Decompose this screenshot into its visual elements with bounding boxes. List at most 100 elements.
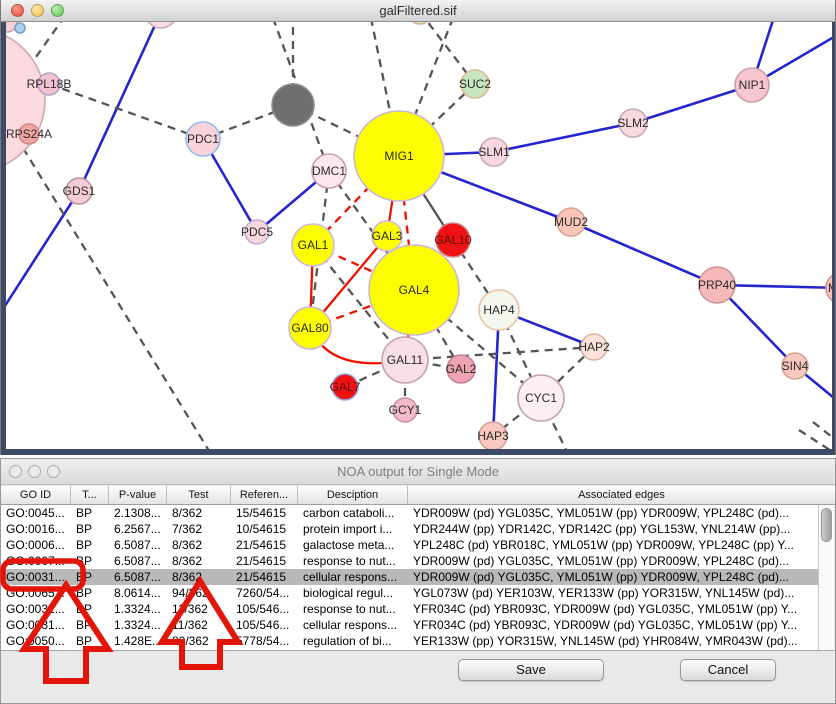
graph-node-label: GAL10: [434, 233, 472, 247]
close-button[interactable]: [11, 4, 24, 17]
table-cell: YGL073W (pd) YER103W, YER133W (pp) YOR31…: [408, 585, 820, 601]
graph-edge[interactable]: [31, 22, 65, 64]
table-cell: 1.3324...: [109, 617, 167, 633]
table-row[interactable]: GO:0006...BP6.5087...8/36221/54615galact…: [1, 537, 820, 553]
table-cell: YDR244W (pp) YDR142C, YDR142C (pp) YGL15…: [408, 521, 820, 537]
graph-node-label: GDS1: [63, 184, 96, 198]
cancel-button[interactable]: Cancel: [680, 659, 776, 681]
table-cell: YDR009W (pd) YGL035C, YML051W (pp) YDR00…: [408, 553, 820, 569]
table-cell: 1.3324...: [109, 601, 167, 617]
table-cell: 7260/54...: [231, 585, 298, 601]
table-cell: 94/362: [167, 585, 231, 601]
graph-node-label: PDC1: [187, 132, 219, 146]
table-cell: BP: [71, 601, 109, 617]
noa-output-window: NOA output for Single Mode GO IDT...P-va…: [0, 458, 836, 704]
table-cell: BP: [71, 537, 109, 553]
table-row[interactable]: GO:0007...BP6.5087...8/36221/54615respon…: [1, 553, 820, 569]
table-row[interactable]: GO:0031...BP1.3324...11/362105/546...res…: [1, 601, 820, 617]
table-cell: regulation of bi...: [298, 633, 408, 649]
graph-node-bigpink[interactable]: [6, 28, 45, 172]
table-row[interactable]: GO:0031...BP6.5087...8/36221/54615cellul…: [1, 569, 820, 585]
graph-edge[interactable]: [494, 123, 633, 152]
scrollbar[interactable]: [818, 505, 834, 650]
column-header-associated-edges[interactable]: Associated edges: [408, 486, 835, 504]
network-canvas[interactable]: RPL18BRPS24AGDS1PDC1PDC5MIG1DMC1SUC2SLM1…: [6, 22, 832, 449]
graph-node-label: GAL3: [372, 229, 403, 243]
table-cell: 10/54615: [231, 521, 298, 537]
table-cell: 21/54615: [231, 569, 298, 585]
table-cell: 21/54615: [231, 553, 298, 569]
table-cell: YFR034C (pd) YBR093C, YDR009W (pd) YGL03…: [408, 601, 820, 617]
zoom-button[interactable]: [47, 465, 60, 478]
column-header-test[interactable]: Test: [167, 486, 231, 504]
table-cell: response to nut...: [298, 601, 408, 617]
table-cell: GO:0016...: [1, 521, 71, 537]
table-cell: BP: [71, 617, 109, 633]
graph-node-label: CYC1: [525, 391, 557, 405]
graph-edge[interactable]: [79, 22, 161, 191]
minimize-button[interactable]: [31, 4, 44, 17]
table-cell: 5778/54...: [231, 633, 298, 649]
graph-node-label: GAL1: [298, 238, 329, 252]
table-cell: 6.5087...: [109, 537, 167, 553]
network-window: galFiltered.sif RPL18BRPS24AGDS1PDC1PDC5…: [0, 0, 836, 455]
graph-node-label: SLM1: [478, 145, 510, 159]
column-header-desciption[interactable]: Desciption: [298, 486, 408, 504]
graph-node-label: RPS24A: [6, 127, 52, 141]
table-cell: 80/362: [167, 633, 231, 649]
graph-node-label: GAL4: [399, 283, 430, 297]
graph-node-label: GAL7: [330, 380, 361, 394]
table-cell: 1.428E...: [109, 633, 167, 649]
table-row[interactable]: GO:0016...BP6.2567...7/36210/54615protei…: [1, 521, 820, 537]
graph-edge[interactable]: [571, 222, 717, 285]
table-cell: GO:0006...: [1, 537, 71, 553]
table-row[interactable]: GO:0050...BP1.428E...80/3625778/54...reg…: [1, 633, 820, 649]
table-cell: BP: [71, 569, 109, 585]
table-cell: cellular respons...: [298, 617, 408, 633]
graph-node-grayNode[interactable]: [272, 84, 314, 126]
table-cell: GO:0031...: [1, 601, 71, 617]
table-cell: GO:0031...: [1, 569, 71, 585]
graph-edge[interactable]: [49, 84, 203, 139]
table-row[interactable]: GO:0065...BP8.0614...94/3627260/54...bio…: [1, 585, 820, 601]
graph-node-label: GAL2: [446, 362, 477, 376]
zoom-button[interactable]: [51, 4, 64, 17]
table-cell: 105/546...: [231, 601, 298, 617]
table-cell: 11/362: [167, 617, 231, 633]
table-cell: response to nut...: [298, 553, 408, 569]
table-cell: YDR009W (pd) YGL035C, YML051W (pp) YDR00…: [408, 569, 820, 585]
graph-edge[interactable]: [23, 148, 211, 449]
graph-node-topPink[interactable]: [145, 22, 177, 28]
save-button[interactable]: Save: [458, 659, 604, 681]
table-cell: 8/362: [167, 505, 231, 521]
graph-node-label: HAP3: [477, 429, 509, 443]
scrollbar-thumb[interactable]: [821, 508, 832, 542]
graph-node-label: HAP4: [483, 303, 515, 317]
graph-edge[interactable]: [6, 191, 79, 312]
column-header-t-[interactable]: T...: [71, 486, 109, 504]
column-header-p-value[interactable]: P-value: [109, 486, 167, 504]
column-header-go-id[interactable]: GO ID: [1, 486, 71, 504]
noa-window-titlebar[interactable]: NOA output for Single Mode: [1, 459, 835, 485]
table-cell: 105/546...: [231, 617, 298, 633]
table-cell: YER133W (pp) YOR315W, YNL145W (pd) YHR08…: [408, 633, 820, 649]
network-window-titlebar[interactable]: galFiltered.sif: [1, 0, 835, 22]
table-cell: YPL248C (pd) YBR018C, YML051W (pp) YDR00…: [408, 537, 820, 553]
graph-node-label: MUD2: [554, 215, 588, 229]
table-cell: 6.2567...: [109, 521, 167, 537]
graph-node-corner2[interactable]: [15, 23, 25, 33]
graph-node-label: MSI1: [828, 281, 832, 295]
table-row[interactable]: GO:0031...BP1.3324...11/362105/546...cel…: [1, 617, 820, 633]
table-cell: BP: [71, 521, 109, 537]
table-cell: biological regul...: [298, 585, 408, 601]
graph-edge[interactable]: [405, 347, 594, 360]
table-row[interactable]: GO:0045...BP2.1308...8/36215/54615carbon…: [1, 505, 820, 521]
table-cell: 8/362: [167, 537, 231, 553]
table-cell: 8/362: [167, 569, 231, 585]
column-header-referen-[interactable]: Referen...: [231, 486, 298, 504]
graph-edge[interactable]: [633, 85, 752, 123]
close-button[interactable]: [9, 465, 22, 478]
graph-node-label: PRP40: [698, 278, 736, 292]
table-cell: carbon cataboli...: [298, 505, 408, 521]
minimize-button[interactable]: [28, 465, 41, 478]
